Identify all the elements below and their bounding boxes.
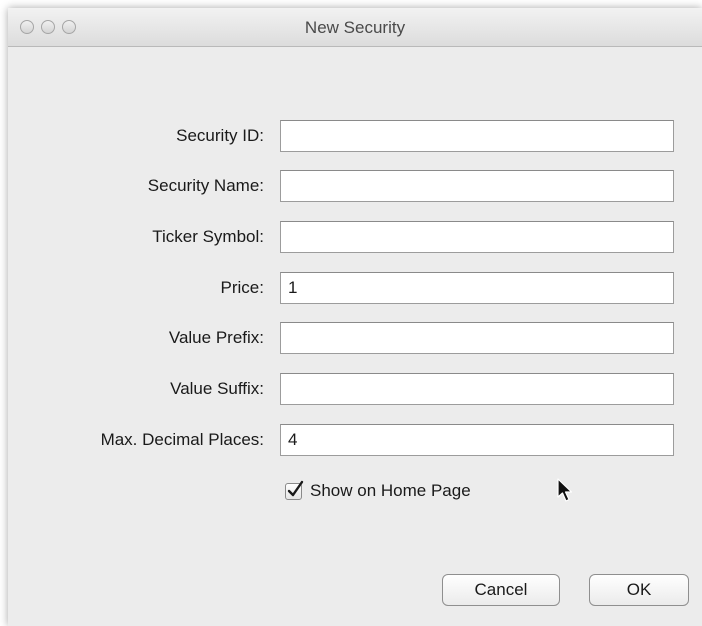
mouse-pointer-icon (557, 478, 573, 502)
price-row: Price: (8, 272, 702, 304)
ticker-symbol-field[interactable] (280, 221, 674, 253)
price-label: Price: (220, 278, 264, 297)
value-prefix-field[interactable] (280, 322, 674, 354)
max-decimal-places-row: Max. Decimal Places: (8, 424, 702, 456)
security-name-field[interactable] (280, 170, 674, 202)
ticker-symbol-label: Ticker Symbol: (152, 227, 264, 246)
security-name-row: Security Name: (8, 170, 702, 202)
value-prefix-label: Value Prefix: (168, 328, 264, 347)
ticker-symbol-row: Ticker Symbol: (8, 221, 702, 253)
new-security-dialog: New Security Security ID: Security Name:… (8, 8, 702, 626)
value-prefix-row: Value Prefix: (8, 322, 702, 354)
security-name-label: Security Name: (147, 176, 264, 195)
security-id-field[interactable] (280, 120, 674, 152)
ok-button[interactable]: OK (589, 574, 689, 606)
title-bar[interactable]: New Security (8, 8, 702, 47)
window-title: New Security (304, 18, 406, 37)
show-on-home-page-option[interactable]: Show on Home Page (285, 479, 471, 503)
max-decimal-places-label: Max. Decimal Places: (100, 430, 264, 449)
security-id-label: Security ID: (176, 126, 264, 145)
price-field[interactable] (280, 272, 674, 304)
checkmark-icon (287, 480, 304, 496)
value-suffix-row: Value Suffix: (8, 373, 702, 405)
value-suffix-label: Value Suffix: (170, 379, 264, 398)
value-suffix-field[interactable] (280, 373, 674, 405)
show-on-home-page-label[interactable]: Show on Home Page (310, 481, 471, 501)
show-on-home-page-checkbox[interactable] (285, 480, 304, 500)
cancel-button[interactable]: Cancel (442, 574, 560, 606)
max-decimal-places-field[interactable] (280, 424, 674, 456)
security-id-row: Security ID: (8, 120, 702, 152)
